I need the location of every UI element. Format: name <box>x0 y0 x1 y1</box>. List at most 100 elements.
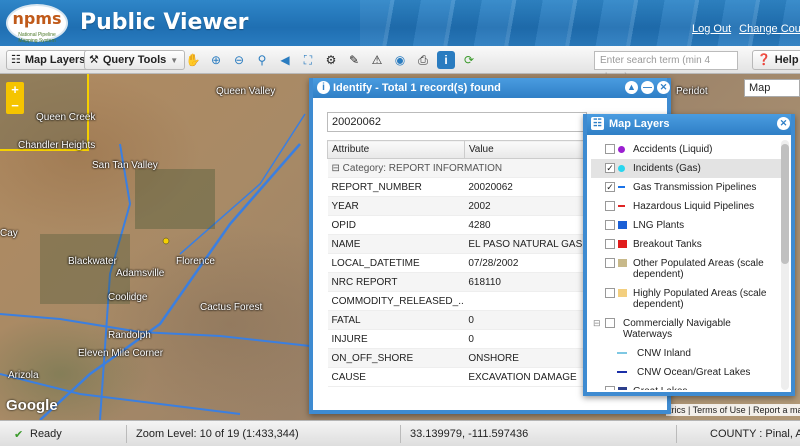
column-header-value[interactable]: Value <box>463 140 590 159</box>
map-layers-button[interactable]: ☷ Map Layers <box>6 50 93 70</box>
layer-item[interactable]: Breakout Tanks <box>591 235 781 254</box>
layer-label: Great Lakes <box>623 386 781 390</box>
map-zoom-control: + − <box>6 82 24 114</box>
layer-checkbox[interactable] <box>605 386 615 390</box>
divider <box>126 425 127 443</box>
layers-icon: ☷ <box>591 117 604 130</box>
help-button[interactable]: ❓ Help <box>752 50 800 70</box>
attr-name: NRC REPORT <box>327 272 465 292</box>
clear-icon[interactable]: ⚠ <box>368 51 386 69</box>
attr-name: YEAR <box>327 196 465 216</box>
map-label: San Tan Valley <box>92 160 158 171</box>
attr-value: EXCAVATION DAMAGE <box>464 367 589 387</box>
table-row: NRC REPORT 618110 <box>327 272 589 292</box>
map-attribution: trics | Terms of Use | Report a map err <box>666 404 800 416</box>
category-row[interactable]: ⊟ Category: REPORT INFORMATION <box>327 158 589 178</box>
layer-checkbox[interactable] <box>605 220 615 230</box>
table-row: CAUSE EXCAVATION DAMAGE <box>327 367 589 387</box>
minimize-icon[interactable]: — <box>641 81 654 94</box>
identify-tool-icon[interactable]: ⚙ <box>322 51 340 69</box>
collapse-icon[interactable]: ⊟ <box>593 318 601 329</box>
layer-label: Accidents (Liquid) <box>633 144 713 155</box>
close-icon[interactable]: ✕ <box>777 117 790 130</box>
layer-item[interactable]: ✓ Gas Transmission Pipelines <box>591 178 781 197</box>
layer-label: Hazardous Liquid Pipelines <box>633 201 755 212</box>
zoom-previous-icon[interactable]: ◀ <box>276 51 294 69</box>
layer-item[interactable]: ✓ Incidents (Gas) <box>591 159 781 178</box>
zoom-extent-icon[interactable]: ⚲ <box>253 51 271 69</box>
zoom-in-button[interactable]: + <box>6 82 24 98</box>
layer-item[interactable]: Accidents (Liquid) <box>591 140 781 159</box>
zoom-out-icon[interactable]: ⊖ <box>230 51 248 69</box>
attr-value: 4280 <box>464 215 589 235</box>
box-symbol-icon <box>618 221 627 229</box>
layer-label: Commercially Navigable Waterways <box>623 318 731 340</box>
search-input[interactable]: Enter search term (min 4 chars) <box>594 51 738 83</box>
attr-name: COMMODITY_RELEASED_... <box>327 291 465 311</box>
layer-item[interactable]: ⊟ Commercially Navigable Waterways <box>591 314 781 344</box>
basemap-selector[interactable]: Map <box>744 79 800 97</box>
app-header: npms National Pipeline Mapping System Pu… <box>0 0 800 46</box>
map-label: Queen Creek <box>36 112 96 123</box>
record-select[interactable]: 20020062 <box>327 112 587 132</box>
map-label: Blackwater <box>68 256 117 267</box>
layer-checkbox[interactable]: ✓ <box>605 182 615 192</box>
logout-link[interactable]: Log Out <box>692 23 731 35</box>
collapse-icon[interactable]: ▲ <box>625 81 638 94</box>
zoom-out-button[interactable]: − <box>6 98 24 114</box>
map-label: Queen Valley <box>216 86 276 97</box>
query-tools-button[interactable]: ⚒ Query Tools ▼ <box>84 50 186 70</box>
globe-icon[interactable]: ◉ <box>391 51 409 69</box>
layer-item[interactable]: Other Populated Areas (scale dependent) <box>591 254 781 284</box>
collapse-icon: ⊟ <box>331 162 343 174</box>
layer-item[interactable]: Hazardous Liquid Pipelines <box>591 197 781 216</box>
identify-header[interactable]: i Identify - Total 1 record(s) found ▲ —… <box>313 78 670 98</box>
table-row: ON_OFF_SHORE ONSHORE <box>327 348 589 368</box>
column-header-attribute[interactable]: Attribute <box>327 140 465 159</box>
layer-checkbox[interactable] <box>605 258 615 268</box>
box-symbol-icon <box>618 259 627 267</box>
layer-checkbox[interactable] <box>605 288 615 298</box>
layer-item[interactable]: Great Lakes <box>591 382 781 390</box>
layer-item[interactable]: CNW Inland <box>591 344 781 363</box>
attr-value: 0 <box>464 310 589 330</box>
attr-value <box>464 291 589 311</box>
zoom-in-icon[interactable]: ⊕ <box>207 51 225 69</box>
layer-list-scrollbar[interactable] <box>781 140 789 390</box>
line-symbol-icon <box>618 186 625 188</box>
refresh-icon[interactable]: ⟳ <box>460 51 478 69</box>
layer-item[interactable]: Highly Populated Areas (scale dependent) <box>591 284 781 314</box>
info-icon[interactable]: i <box>437 51 455 69</box>
attr-name: INJURE <box>327 329 465 349</box>
status-bar: ✔ Ready Zoom Level: 10 of 19 (1:433,344)… <box>0 420 800 446</box>
incident-marker[interactable] <box>162 237 170 245</box>
print-icon[interactable]: ⎙ <box>414 51 432 69</box>
full-extent-icon[interactable]: ⛶ <box>299 51 317 69</box>
map-label: Peridot <box>676 86 708 97</box>
change-county-link[interactable]: Change Coun <box>739 23 800 35</box>
layer-item[interactable]: LNG Plants <box>591 216 781 235</box>
layer-checkbox[interactable] <box>605 144 615 154</box>
layer-checkbox[interactable]: ✓ <box>605 163 615 173</box>
line-symbol-icon <box>617 352 627 354</box>
pan-hand-icon[interactable]: ✋ <box>184 51 202 69</box>
map-label: Randolph <box>108 330 151 341</box>
info-icon: i <box>317 81 330 94</box>
layer-list: Accidents (Liquid) ✓ Incidents (Gas) ✓ Gas T… <box>591 140 781 390</box>
box-symbol-icon <box>618 289 627 297</box>
layer-checkbox[interactable] <box>605 318 615 328</box>
layer-item[interactable]: CNW Ocean/Great Lakes <box>591 363 781 382</box>
measure-icon[interactable]: ✎ <box>345 51 363 69</box>
close-icon[interactable]: ✕ <box>657 81 670 94</box>
layer-checkbox[interactable] <box>605 201 615 211</box>
layer-checkbox[interactable] <box>605 239 615 249</box>
map-label: Florence <box>176 256 215 267</box>
tools-icon: ⚒ <box>89 54 99 66</box>
category-label: Category: REPORT INFORMATION <box>342 162 503 174</box>
layers-icon: ☷ <box>11 54 21 66</box>
table-row: LOCAL_DATETIME 07/28/2002 <box>327 253 589 273</box>
map-layers-label: Map Layers <box>24 54 86 66</box>
scrollbar-thumb[interactable] <box>781 144 789 264</box>
map-layers-header[interactable]: ☷ Map Layers ✕ <box>587 114 791 135</box>
attr-value: 618110 <box>464 272 589 292</box>
